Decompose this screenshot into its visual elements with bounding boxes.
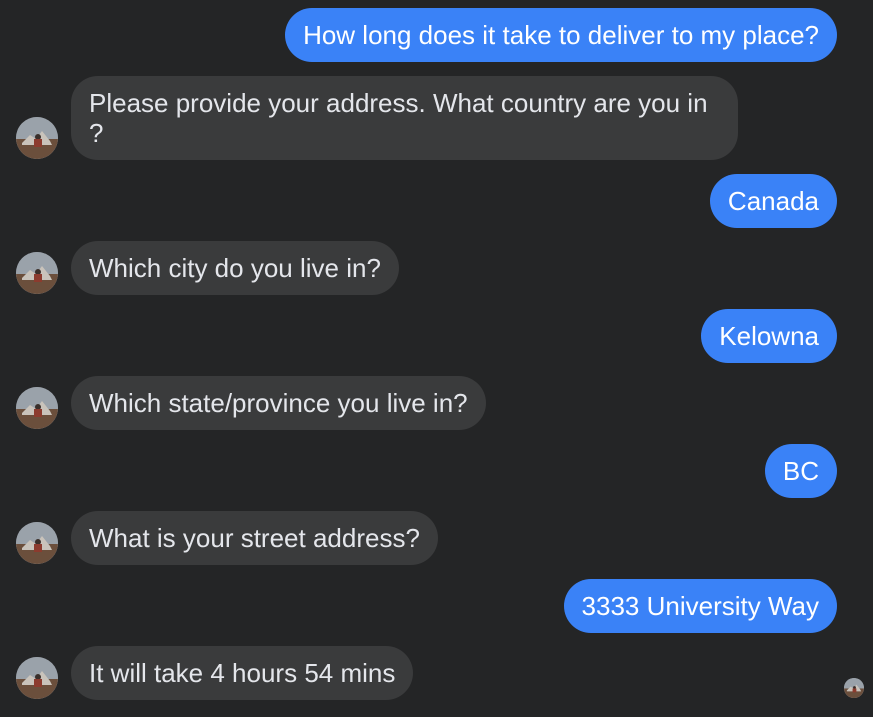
outgoing-message-bubble[interactable]: Kelowna xyxy=(701,309,837,363)
outgoing-message-bubble[interactable]: Canada xyxy=(709,174,837,228)
message-text: Which city do you live in? xyxy=(89,253,381,283)
incoming-message-bubble[interactable]: Which city do you live in? xyxy=(71,241,399,295)
message-text: BC xyxy=(782,456,819,486)
incoming-message-bubble[interactable]: What is your street address? xyxy=(71,511,438,565)
message-text: It will take 4 hours 54 mins xyxy=(89,658,396,688)
message-thread: How long does it take to deliver to my p… xyxy=(0,0,873,717)
message-text: Canada xyxy=(727,186,819,216)
message-text: How long does it take to deliver to my p… xyxy=(303,20,819,50)
outgoing-message-bubble[interactable]: BC xyxy=(764,444,837,498)
message-text: Kelowna xyxy=(719,321,819,351)
avatar-icon[interactable] xyxy=(16,117,58,159)
avatar-icon[interactable] xyxy=(16,387,58,429)
incoming-message-bubble[interactable]: Please provide your address. What countr… xyxy=(71,76,738,160)
outgoing-message-bubble[interactable]: 3333 University Way xyxy=(563,579,837,633)
avatar-icon[interactable] xyxy=(16,657,58,699)
incoming-message-bubble[interactable]: It will take 4 hours 54 mins xyxy=(71,646,414,700)
message-text: Please provide your address. What countr… xyxy=(89,88,708,148)
message-text: 3333 University Way xyxy=(581,591,819,621)
avatar-icon[interactable] xyxy=(16,522,58,564)
incoming-message-bubble[interactable]: Which state/province you live in? xyxy=(71,376,486,430)
message-text: What is your street address? xyxy=(89,523,420,553)
avatar-icon[interactable] xyxy=(16,252,58,294)
message-text: Which state/province you live in? xyxy=(89,388,468,418)
read-receipt-icon xyxy=(844,678,864,698)
outgoing-message-bubble[interactable]: How long does it take to deliver to my p… xyxy=(285,8,837,62)
